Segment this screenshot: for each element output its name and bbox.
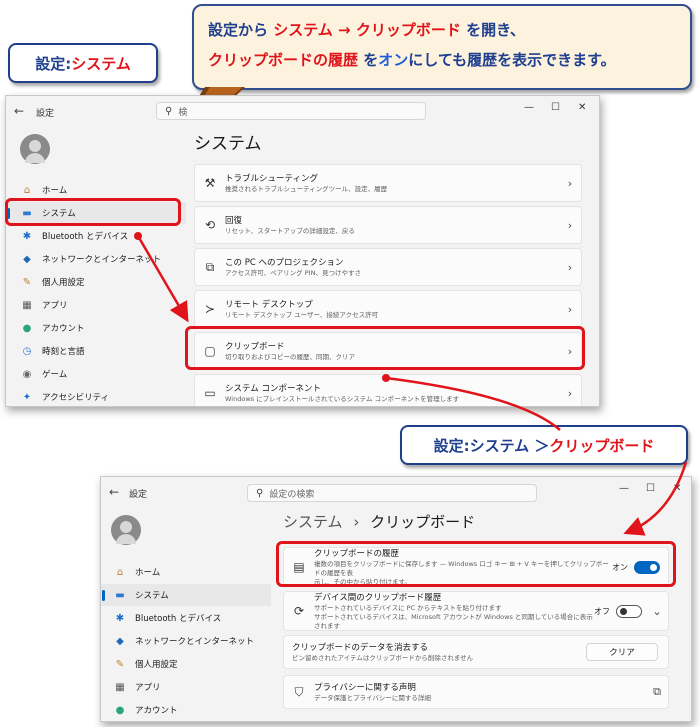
arrow-to-history — [623, 461, 688, 536]
arrow-segment — [385, 376, 561, 431]
red-arrows — [134, 232, 688, 536]
arrow-to-clipboard — [136, 235, 189, 323]
